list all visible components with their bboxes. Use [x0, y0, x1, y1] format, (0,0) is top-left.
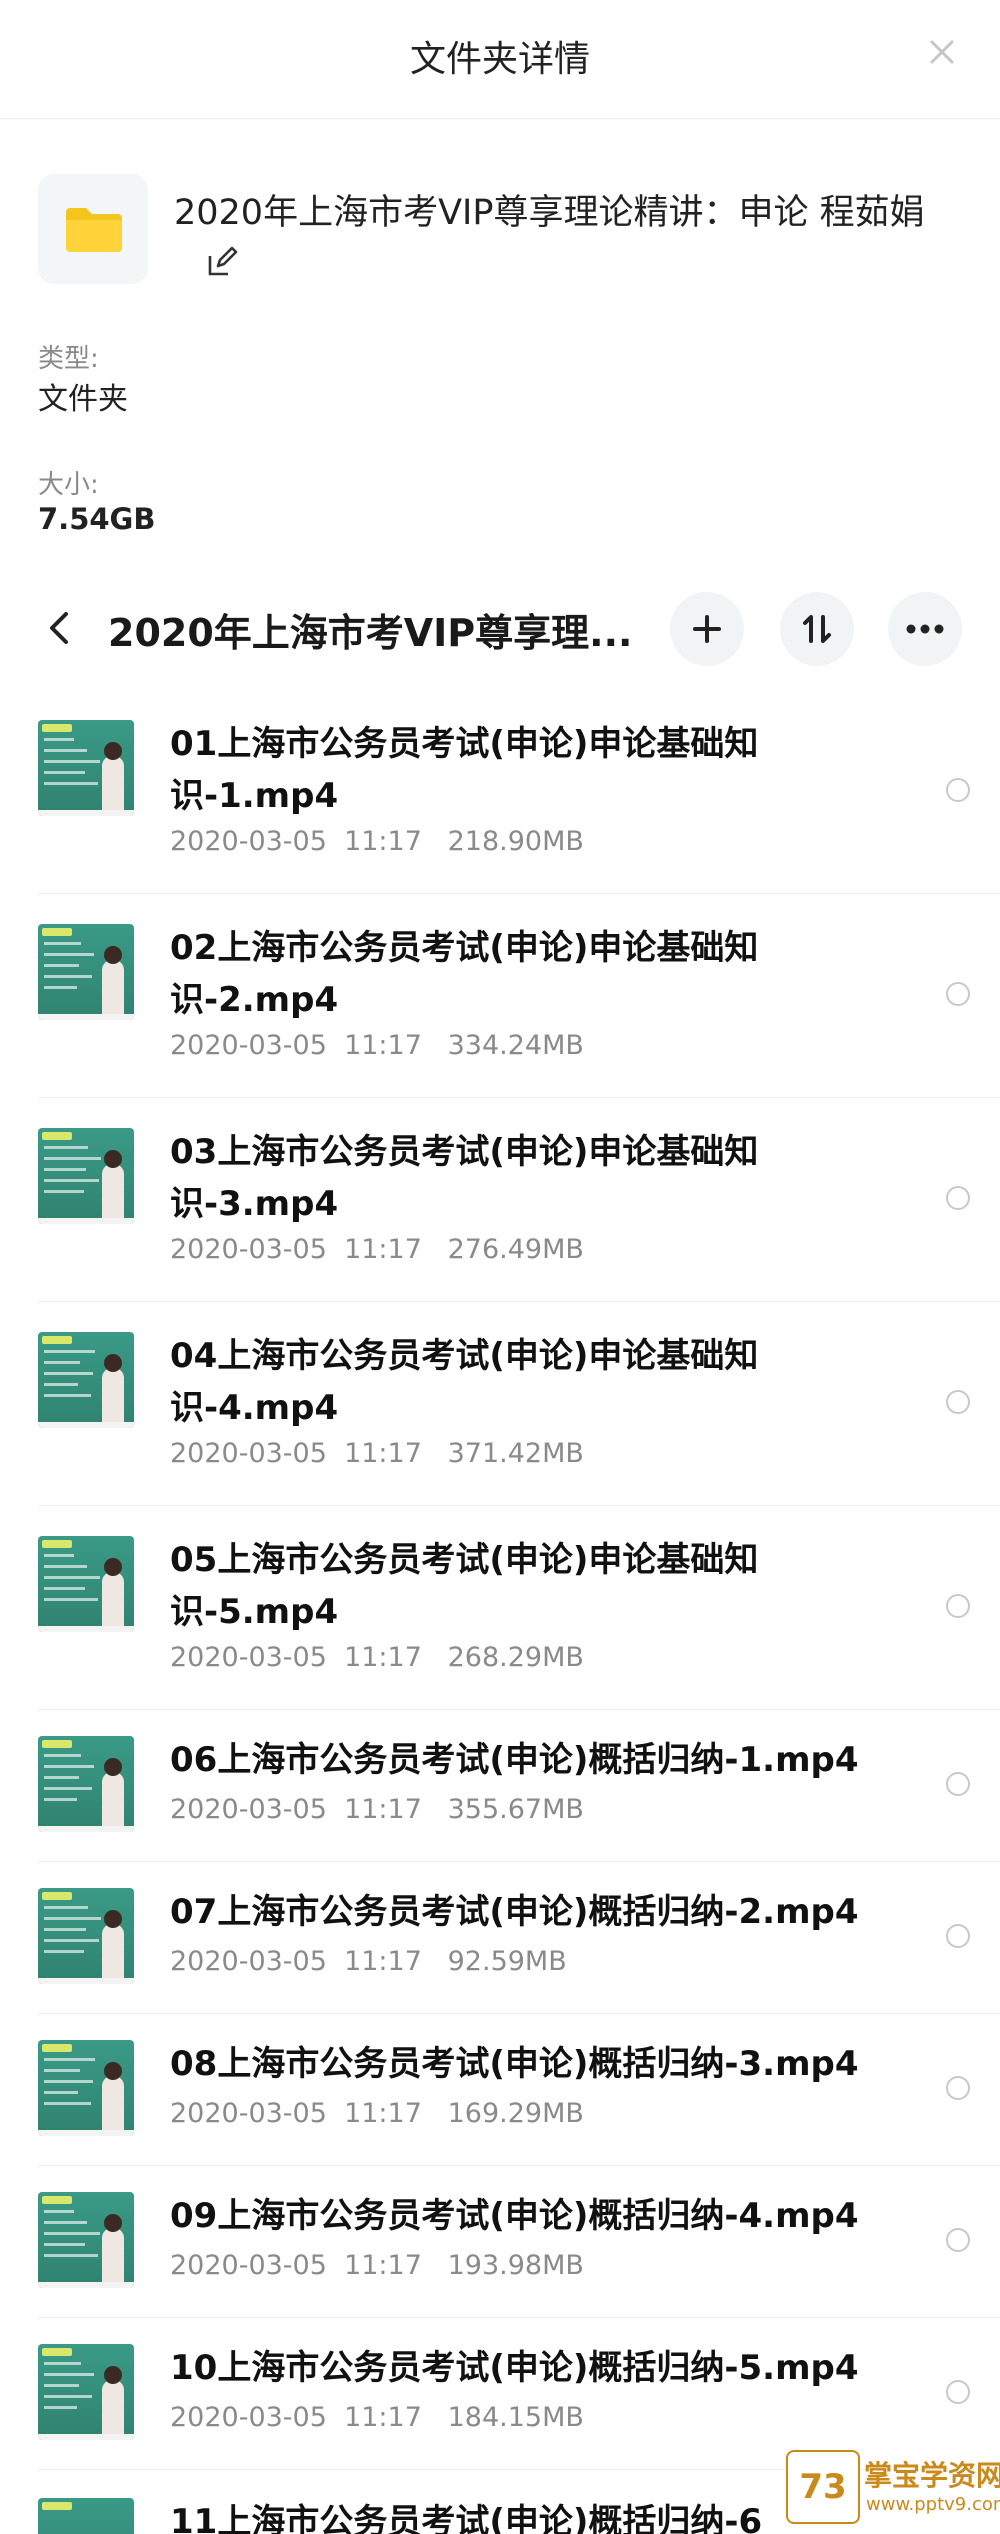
file-name: 10上海市公务员考试(申论)概括归纳-5.mp4 — [170, 2348, 859, 2388]
file-meta: 2020-03-05 11:17 371.42MB — [170, 1438, 584, 1469]
file-name: 02上海市公务员考试(申论)申论基础知识-2.mp4 — [170, 928, 759, 1020]
file-name: 07上海市公务员考试(申论)概括归纳-2.mp4 — [170, 1892, 859, 1932]
select-radio[interactable] — [946, 1924, 970, 1948]
edit-icon — [208, 246, 238, 276]
video-thumbnail — [38, 2498, 134, 2534]
video-thumbnail — [38, 2192, 134, 2288]
sort-icon — [803, 615, 831, 643]
list-item[interactable]: 08上海市公务员考试(申论)概括归纳-3.mp4 2020-03-05 11:17… — [38, 2014, 1000, 2166]
file-name: 11上海市公务员考试(申论)概括归纳-6 — [170, 2502, 763, 2534]
file-meta: 2020-03-05 11:17 276.49MB — [170, 1234, 584, 1265]
file-name: 05上海市公务员考试(申论)申论基础知识-5.mp4 — [170, 1540, 759, 1632]
folder-thumbnail — [38, 174, 148, 284]
close-icon — [930, 40, 954, 64]
watermark-text: 掌宝学资网 — [864, 2459, 1000, 2492]
dialog-header: 文件夹详情 — [0, 0, 1000, 119]
file-name: 09上海市公务员考试(申论)概括归纳-4.mp4 — [170, 2196, 859, 2236]
list-item[interactable]: 07上海市公务员考试(申论)概括归纳-2.mp4 2020-03-05 11:17… — [38, 1862, 1000, 2014]
file-meta: 2020-03-05 11:17 184.15MB — [170, 2402, 584, 2433]
list-item[interactable]: 02上海市公务员考试(申论)申论基础知识-2.mp4 2020-03-05 11:… — [38, 894, 1000, 1098]
file-meta: 2020-03-05 11:17 92.59MB — [170, 1946, 567, 1977]
file-name: 06上海市公务员考试(申论)概括归纳-1.mp4 — [170, 1740, 859, 1780]
list-item[interactable]: 01上海市公务员考试(申论)申论基础知识-1.mp4 2020-03-05 11:… — [38, 690, 1000, 894]
file-name: 04上海市公务员考试(申论)申论基础知识-4.mp4 — [170, 1336, 759, 1428]
folder-nav-bar: 2020年上海市考VIP尊享理... — [0, 580, 1000, 680]
size-value: 7.54GB — [38, 502, 156, 536]
edit-name-button[interactable] — [206, 246, 240, 280]
dialog-title: 文件夹详情 — [409, 39, 590, 80]
sort-button[interactable] — [780, 592, 854, 666]
file-name: 03上海市公务员考试(申论)申论基础知识-3.mp4 — [170, 1132, 759, 1224]
folder-name: 2020年上海市考VIP尊享理论精讲：申论 程茹娟 — [174, 193, 925, 233]
type-label: 类型: — [38, 344, 99, 374]
select-radio[interactable] — [946, 1772, 970, 1796]
file-name: 08上海市公务员考试(申论)概括归纳-3.mp4 — [170, 2044, 859, 2084]
video-thumbnail — [38, 1128, 134, 1224]
file-name: 01上海市公务员考试(申论)申论基础知识-1.mp4 — [170, 724, 759, 816]
size-label: 大小: — [38, 470, 99, 500]
file-meta: 2020-03-05 11:17 218.90MB — [170, 826, 584, 857]
select-radio[interactable] — [946, 982, 970, 1006]
video-thumbnail — [38, 1332, 134, 1428]
list-item[interactable]: 05上海市公务员考试(申论)申论基础知识-5.mp4 2020-03-05 11:… — [38, 1506, 1000, 1710]
select-radio[interactable] — [946, 1594, 970, 1618]
more-icon — [906, 624, 944, 634]
list-item[interactable]: 10上海市公务员考试(申论)概括归纳-5.mp4 2020-03-05 11:17… — [38, 2318, 1000, 2470]
select-radio[interactable] — [946, 778, 970, 802]
file-meta: 2020-03-05 11:17 355.67MB — [170, 1794, 584, 1825]
select-radio[interactable] — [946, 2380, 970, 2404]
plus-icon — [693, 615, 721, 643]
back-button[interactable] — [38, 606, 82, 650]
list-item[interactable]: 03上海市公务员考试(申论)申论基础知识-3.mp4 2020-03-05 11:… — [38, 1098, 1000, 1302]
list-item[interactable]: 04上海市公务员考试(申论)申论基础知识-4.mp4 2020-03-05 11:… — [38, 1302, 1000, 1506]
list-item[interactable]: 09上海市公务员考试(申论)概括归纳-4.mp4 2020-03-05 11:17… — [38, 2166, 1000, 2318]
video-thumbnail — [38, 2040, 134, 2136]
file-list: 01上海市公务员考试(申论)申论基础知识-1.mp4 2020-03-05 11:… — [38, 690, 1000, 2470]
video-thumbnail — [38, 1536, 134, 1632]
video-thumbnail — [38, 1888, 134, 1984]
file-meta: 2020-03-05 11:17 334.24MB — [170, 1030, 584, 1061]
more-button[interactable] — [888, 592, 962, 666]
video-thumbnail — [38, 924, 134, 1020]
folder-icon — [66, 208, 122, 252]
close-button[interactable] — [924, 34, 960, 70]
type-value: 文件夹 — [38, 382, 128, 417]
select-radio[interactable] — [946, 1186, 970, 1210]
watermark-url: www.pptv9.com — [866, 2494, 1000, 2515]
current-folder-title: 2020年上海市考VIP尊享理... — [108, 611, 633, 655]
file-meta: 2020-03-05 11:17 193.98MB — [170, 2250, 584, 2281]
select-radio[interactable] — [946, 1390, 970, 1414]
select-radio[interactable] — [946, 2228, 970, 2252]
site-watermark: 73 掌宝学资网 www.pptv9.com — [786, 2450, 1000, 2528]
video-thumbnail — [38, 2344, 134, 2440]
video-thumbnail — [38, 720, 134, 816]
watermark-logo: 73 — [786, 2450, 860, 2524]
add-button[interactable] — [670, 592, 744, 666]
file-meta: 2020-03-05 11:17 169.29MB — [170, 2098, 584, 2129]
file-meta: 2020-03-05 11:17 268.29MB — [170, 1642, 584, 1673]
select-radio[interactable] — [946, 2076, 970, 2100]
video-thumbnail — [38, 1736, 134, 1832]
list-item[interactable]: 06上海市公务员考试(申论)概括归纳-1.mp4 2020-03-05 11:17… — [38, 1710, 1000, 1862]
chevron-left-icon — [50, 612, 68, 644]
